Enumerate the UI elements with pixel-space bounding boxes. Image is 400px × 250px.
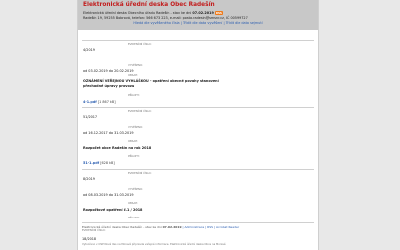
- record-number: 18/2018: [82, 237, 97, 241]
- nav-sort-posted-link[interactable]: Třídit dle data vyvěšení: [183, 21, 222, 25]
- attachment-size: [628 kB]: [100, 161, 115, 165]
- field-label: EVIDENČNÍ ČÍSLO:: [128, 110, 152, 113]
- status-text: Elektronická úřední deska Obecního úřadu…: [83, 11, 193, 15]
- attachment-size: [1 867 kB]: [97, 100, 116, 104]
- field-label: EVIDENČNÍ ČÍSLO:: [82, 229, 106, 232]
- page-title: Elektronická úřední deska Obec Radešín: [83, 2, 215, 8]
- divider: [82, 222, 314, 223]
- attachment-link[interactable]: 51-1.pdf: [83, 161, 99, 165]
- record-number: 8/2019: [83, 177, 95, 181]
- header: Elektronická úřední deska Obec Radešín E…: [78, 0, 318, 30]
- posted-range: od 16.12.2017 do 31.03.2019: [83, 131, 134, 135]
- record-subject: Rozpočtové opatření č.1 / 2018: [83, 208, 143, 212]
- field-label: VYVĚŠENO:: [128, 126, 143, 129]
- record-subject: Rozpočet obce Radešín na rok 2018: [83, 146, 152, 150]
- divider: [82, 40, 314, 41]
- field-label: PŘÍLOHY:: [128, 94, 140, 97]
- divider: [82, 107, 314, 108]
- contact-line: Radešín 19, 59255 Bobrová, telefon: 566 …: [83, 16, 248, 20]
- footer-credits: Vytvořeno v OSP Nová Ves na Moravě připr…: [82, 243, 226, 246]
- field-label: EVIDENČNÍ ČÍSLO:: [128, 43, 152, 46]
- field-label: OBSAH:: [128, 202, 139, 205]
- divider: [82, 169, 314, 170]
- attachment: 51-1.pdf [628 kB]: [83, 161, 115, 165]
- footer-date: 07.02.2019: [162, 225, 182, 229]
- record-number: 4/2019: [83, 48, 95, 52]
- field-label: OBSAH:: [128, 140, 139, 143]
- footer: Elektronická úřední deska Obec Radešín -…: [78, 218, 318, 250]
- record-number: 51/2017: [83, 115, 98, 119]
- posted-range: od 03.02.2019 do 20.02.2019: [83, 69, 134, 73]
- rss-icon[interactable]: RSS: [214, 11, 223, 15]
- nav-bar: Hledá dle vyvěšeného čísla | Třídit dle …: [78, 21, 318, 25]
- field-label: VYVĚŠENO:: [128, 64, 143, 67]
- footer-links[interactable]: | Administrace | RSS | Acrobat Reader: [183, 225, 240, 229]
- field-label: VYVĚŠENO:: [128, 188, 143, 191]
- field-label: EVIDENČNÍ ČÍSLO:: [128, 172, 152, 175]
- record-subject: OZNÁMENÍ VEŘEJNOU VYHLÁŠKOU - opatření o…: [83, 79, 219, 88]
- status-date: 07.02.2019: [192, 11, 214, 15]
- nav-search-link[interactable]: Hledá dle vyvěšeného čísla: [133, 21, 179, 25]
- posted-range: od 08.03.2019 do 31.03.2019: [83, 193, 134, 197]
- attachment-link[interactable]: 4-1.pdf: [83, 100, 97, 104]
- field-label: OBSAH:: [128, 74, 139, 77]
- field-label: PŘÍLOHY:: [128, 155, 140, 158]
- page-container: Elektronická úřední deska Obec Radešín E…: [77, 0, 319, 250]
- nav-sort-removed-link[interactable]: Třídit dle data sejmutí: [226, 21, 263, 25]
- attachment: 4-1.pdf [1 867 kB]: [83, 100, 116, 104]
- status-line: Elektronická úřední deska Obecního úřadu…: [83, 11, 223, 15]
